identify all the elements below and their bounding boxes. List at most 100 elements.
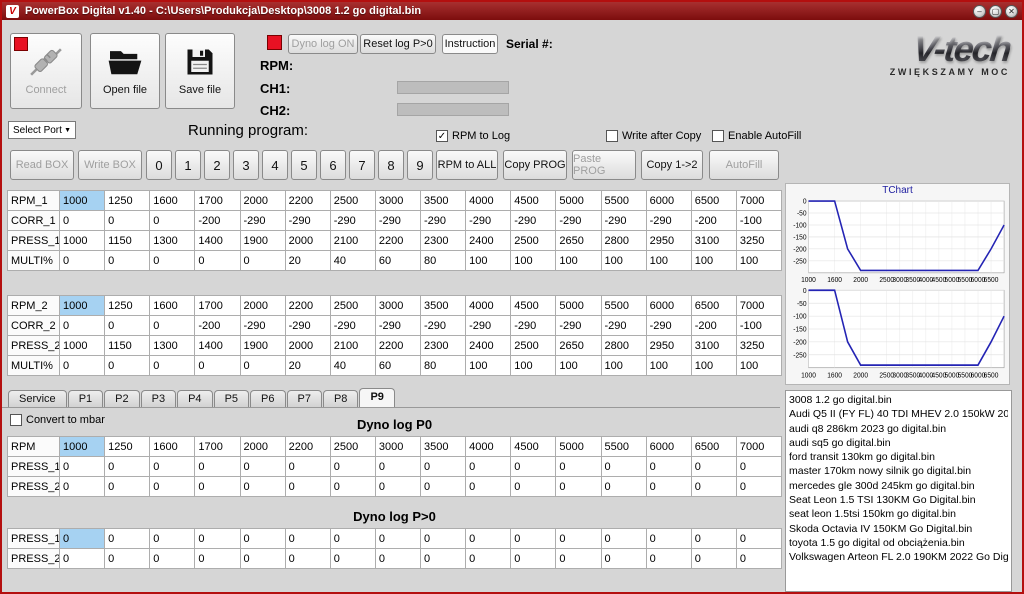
table-cell[interactable]: -290 bbox=[511, 316, 556, 336]
tab[interactable]: P2 bbox=[104, 390, 139, 407]
table-cell[interactable]: 0 bbox=[60, 356, 105, 376]
file-list-item[interactable]: audi q8 286km 2023 go digital.bin bbox=[789, 422, 1008, 436]
table-cell[interactable]: 1400 bbox=[195, 231, 240, 251]
table-cell[interactable]: 0 bbox=[556, 477, 601, 497]
file-list-item[interactable]: Skoda Octavia IV 150KM Go Digital.bin bbox=[789, 522, 1008, 536]
read-box-button[interactable]: Read BOX bbox=[10, 150, 74, 180]
table-cell[interactable]: -290 bbox=[466, 211, 511, 231]
table-cell[interactable]: 1250 bbox=[105, 437, 150, 457]
table-cell[interactable]: 3100 bbox=[691, 336, 736, 356]
table-cell[interactable]: 6000 bbox=[646, 191, 691, 211]
table-cell[interactable]: 100 bbox=[601, 251, 646, 271]
file-list-item[interactable]: mercedes gle 300d 245km go digital.bin bbox=[789, 479, 1008, 493]
table-cell[interactable]: 2500 bbox=[511, 231, 556, 251]
table-cell[interactable]: 1700 bbox=[195, 437, 240, 457]
table-cell[interactable]: 6000 bbox=[646, 296, 691, 316]
copy-1-to-2-button[interactable]: Copy 1->2 bbox=[641, 150, 703, 180]
table-cell[interactable]: 0 bbox=[330, 457, 375, 477]
table-cell[interactable]: -100 bbox=[736, 211, 781, 231]
table-cell[interactable]: 0 bbox=[240, 529, 285, 549]
table-cell[interactable]: -200 bbox=[691, 211, 736, 231]
table-cell[interactable]: -290 bbox=[601, 316, 646, 336]
digit-button[interactable]: 9 bbox=[407, 150, 433, 180]
table-cell[interactable]: 0 bbox=[195, 457, 240, 477]
table-cell[interactable]: 1000 bbox=[60, 191, 105, 211]
dyno-log-button[interactable]: Dyno log ON bbox=[288, 34, 358, 54]
table-cell[interactable]: 3100 bbox=[691, 231, 736, 251]
table-cell[interactable]: 100 bbox=[556, 251, 601, 271]
tab[interactable]: P4 bbox=[177, 390, 212, 407]
table-cell[interactable]: 2500 bbox=[330, 296, 375, 316]
table-cell[interactable]: 0 bbox=[736, 477, 781, 497]
enable-autofill-checkbox[interactable]: Enable AutoFill bbox=[712, 130, 801, 142]
table-cell[interactable]: 0 bbox=[195, 251, 240, 271]
table-cell[interactable]: 3250 bbox=[736, 336, 781, 356]
digit-button[interactable]: 3 bbox=[233, 150, 259, 180]
table-cell[interactable]: 7000 bbox=[736, 437, 781, 457]
tab[interactable]: P1 bbox=[68, 390, 103, 407]
tab[interactable]: Service bbox=[8, 390, 67, 407]
table-cell[interactable]: 1400 bbox=[195, 336, 240, 356]
digit-button[interactable]: 7 bbox=[349, 150, 375, 180]
tab[interactable]: P3 bbox=[141, 390, 176, 407]
table-cell[interactable]: 3500 bbox=[421, 296, 466, 316]
table-cell[interactable]: 0 bbox=[105, 549, 150, 569]
table-cell[interactable]: 3500 bbox=[421, 437, 466, 457]
file-list-item[interactable]: 3008 1.2 go digital.bin bbox=[789, 393, 1008, 407]
table-cell[interactable]: 1150 bbox=[105, 231, 150, 251]
file-list-item[interactable]: Volkswagen Arteon FL 2.0 190KM 2022 Go D… bbox=[789, 550, 1008, 564]
table-cell[interactable]: 6500 bbox=[691, 296, 736, 316]
save-file-button[interactable]: Save file bbox=[165, 33, 235, 109]
table-cell[interactable]: 0 bbox=[150, 549, 195, 569]
table-cell[interactable]: 0 bbox=[421, 529, 466, 549]
table-cell[interactable]: 2200 bbox=[375, 336, 420, 356]
table-cell[interactable]: 0 bbox=[556, 457, 601, 477]
write-box-button[interactable]: Write BOX bbox=[78, 150, 142, 180]
table-cell[interactable]: 0 bbox=[511, 549, 556, 569]
table-cell[interactable]: 0 bbox=[691, 477, 736, 497]
table-cell[interactable]: 0 bbox=[736, 549, 781, 569]
tab[interactable]: P7 bbox=[287, 390, 322, 407]
table-cell[interactable]: 0 bbox=[556, 549, 601, 569]
table-cell[interactable]: 3000 bbox=[375, 191, 420, 211]
instruction-button[interactable]: Instruction bbox=[442, 34, 498, 54]
table-cell[interactable]: 0 bbox=[285, 529, 330, 549]
table-cell[interactable]: 2200 bbox=[285, 437, 330, 457]
table-cell[interactable]: -290 bbox=[330, 211, 375, 231]
table-cell[interactable]: 2000 bbox=[240, 191, 285, 211]
table-cell[interactable]: 0 bbox=[285, 477, 330, 497]
table-cell[interactable]: 3000 bbox=[375, 437, 420, 457]
table-cell[interactable]: 0 bbox=[105, 316, 150, 336]
table-cell[interactable]: 4500 bbox=[511, 296, 556, 316]
table-cell[interactable]: 2650 bbox=[556, 336, 601, 356]
table-cell[interactable]: 0 bbox=[691, 529, 736, 549]
table-cell[interactable]: 100 bbox=[691, 251, 736, 271]
table-cell[interactable]: 100 bbox=[736, 356, 781, 376]
table-cell[interactable]: 2300 bbox=[421, 336, 466, 356]
table-cell[interactable]: 100 bbox=[511, 251, 556, 271]
reset-log-button[interactable]: Reset log P>0 bbox=[360, 34, 436, 54]
file-list-item[interactable]: Audi Q5 II (FY FL) 40 TDI MHEV 2.0 150kW… bbox=[789, 407, 1008, 421]
table-cell[interactable]: -290 bbox=[646, 211, 691, 231]
autofill-button[interactable]: AutoFill bbox=[709, 150, 779, 180]
table-cell[interactable]: 1600 bbox=[150, 296, 195, 316]
table-cell[interactable]: 0 bbox=[60, 529, 105, 549]
table-cell[interactable]: 0 bbox=[105, 457, 150, 477]
table-cell[interactable]: 0 bbox=[150, 356, 195, 376]
table-cell[interactable]: 0 bbox=[195, 356, 240, 376]
digit-button[interactable]: 6 bbox=[320, 150, 346, 180]
table-cell[interactable]: 0 bbox=[466, 457, 511, 477]
table-cell[interactable]: -290 bbox=[556, 316, 601, 336]
digit-button[interactable]: 5 bbox=[291, 150, 317, 180]
table-cell[interactable]: 100 bbox=[646, 356, 691, 376]
table-cell[interactable]: 80 bbox=[421, 251, 466, 271]
table-cell[interactable]: 0 bbox=[736, 457, 781, 477]
table-cell[interactable]: 80 bbox=[421, 356, 466, 376]
table-cell[interactable]: 0 bbox=[646, 529, 691, 549]
table-cell[interactable]: 0 bbox=[285, 549, 330, 569]
tab[interactable]: P9 bbox=[359, 388, 394, 407]
table-cell[interactable]: 1250 bbox=[105, 296, 150, 316]
table-cell[interactable]: 5000 bbox=[556, 437, 601, 457]
table-cell[interactable]: 5500 bbox=[601, 437, 646, 457]
table-cell[interactable]: 6500 bbox=[691, 437, 736, 457]
